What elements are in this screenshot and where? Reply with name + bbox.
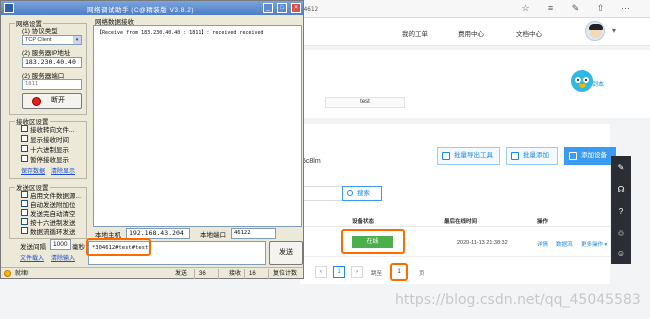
nav-billing[interactable]: 费用中心 — [458, 28, 484, 38]
chevron-down-icon[interactable]: ▾ — [612, 26, 616, 35]
auto-clear-checkbox[interactable] — [21, 209, 28, 216]
edit-icon[interactable]: ✎ — [615, 162, 627, 174]
maximize-icon[interactable]: □ — [277, 3, 287, 13]
device-id-text: 5c8lm — [302, 158, 321, 165]
recv-label: 接收 — [227, 269, 245, 279]
hex-send-checkbox[interactable] — [21, 218, 28, 225]
share-icon[interactable]: ⇧ — [595, 3, 606, 14]
search-input[interactable] — [300, 186, 342, 201]
last-online-time: 2020-11-13 21:38:32 — [457, 240, 508, 246]
more-icon[interactable]: ⋯ — [620, 3, 631, 14]
checkbox-label: 十六进制显示 — [30, 147, 69, 154]
close-icon[interactable]: × — [291, 3, 301, 13]
reading-list-icon[interactable]: ≡ — [545, 3, 556, 14]
window-title: 网络调试助手 (C@精装版 V3.8.2) — [87, 7, 195, 14]
col-header-last-online: 最后在线时间 — [444, 219, 478, 225]
col-header-actions: 操作 — [537, 219, 549, 225]
goto-label: 跳至 — [371, 271, 383, 277]
side-toolbar: ✎ ☊ ? ♲ ☺ — [611, 156, 631, 264]
watermark: https://blog.csdn.net/qq_45045583 — [395, 292, 641, 308]
export-icon — [442, 152, 450, 160]
help-icon[interactable]: ? — [615, 206, 627, 218]
server-ip-field[interactable]: 183.230.40.40 — [22, 57, 82, 68]
protocol-label: (1) 协议类型 — [22, 28, 58, 35]
notes-icon[interactable]: ✎ — [570, 3, 581, 14]
server-port-field[interactable]: 1811 — [22, 79, 82, 90]
save-data-link[interactable]: 保存数据 — [21, 166, 45, 175]
search-button[interactable]: 搜索 — [342, 186, 382, 201]
divider — [300, 256, 610, 257]
title-bar[interactable]: 网络调试助手 (C@精装版 V3.8.2) _ □ × — [1, 1, 303, 15]
ready-text: 就绪! — [15, 271, 29, 277]
hex-display-checkbox[interactable] — [21, 145, 28, 152]
datastream-link[interactable]: 数据流 — [556, 240, 573, 248]
users-icon[interactable]: ♲ — [615, 228, 627, 240]
search-icon — [347, 190, 353, 196]
divider — [300, 226, 610, 227]
status-highlight-box — [341, 229, 405, 254]
mascot-label[interactable]: 剑本 — [592, 79, 604, 88]
connect-button[interactable]: 断开 — [22, 93, 82, 109]
file-source-checkbox[interactable] — [21, 191, 28, 198]
status-bar: 就绪! 发送 36 接收 16 复位计数 — [1, 267, 303, 279]
sent-count: 36 — [197, 269, 219, 279]
batch-export-button[interactable]: 批量导出工具 — [437, 147, 500, 165]
headset-icon[interactable]: ☊ — [615, 184, 627, 196]
interval-label: 发送间隔 — [20, 244, 46, 251]
batch-add-button[interactable]: 批量添加 — [506, 147, 558, 165]
chevron-down-icon: ▾ — [73, 36, 81, 44]
rx-to-file-checkbox[interactable] — [21, 125, 28, 132]
add-icon — [569, 152, 577, 160]
send-button[interactable]: 发送 — [269, 241, 303, 265]
test-field: test — [325, 97, 405, 108]
show-time-checkbox[interactable] — [21, 135, 28, 142]
checkbox-label: 接收转向文件... — [30, 127, 75, 134]
tx-highlight-box — [86, 238, 151, 256]
pause-display-checkbox[interactable] — [21, 155, 28, 162]
details-link[interactable]: 详情 — [537, 240, 548, 248]
more-actions-link[interactable]: 更多操作 ▾ — [581, 240, 607, 248]
recv-count: 16 — [247, 269, 269, 279]
network-debug-window: 网络调试助手 (C@精装版 V3.8.2) _ □ × 网络设置 (1) 协议类… — [0, 0, 304, 279]
sent-label: 发送 — [173, 269, 195, 279]
local-port-label: 本地端口 — [200, 232, 226, 239]
loop-send-checkbox[interactable] — [21, 227, 28, 234]
clear-input-link[interactable]: 清除输入 — [51, 253, 75, 262]
user-avatar[interactable] — [585, 21, 605, 41]
batch-add-icon — [511, 152, 519, 160]
rx-data-area[interactable]: 【Receive from 183.230.40.40 : 1811】: rec… — [93, 25, 302, 227]
record-icon — [32, 97, 41, 106]
mascot-icon[interactable] — [571, 70, 593, 92]
next-page-button[interactable]: › — [351, 266, 363, 278]
server-ip-label: (2) 服务器IP地址 — [22, 50, 71, 57]
protocol-select[interactable]: TCP Client ▾ — [22, 35, 82, 45]
col-header-status: 设备状态 — [352, 219, 375, 225]
page-suffix: 页 — [419, 271, 425, 277]
prev-page-button[interactable]: ‹ — [315, 266, 327, 278]
page-1-button[interactable]: 1 — [333, 266, 345, 278]
local-port-field[interactable]: 46122 — [231, 228, 276, 239]
interval-unit: 毫秒 — [72, 244, 85, 251]
rx-log-line: 【Receive from 183.230.40.40 : 1811】: rec… — [97, 30, 264, 36]
checkbox-label: 显示接收时间 — [30, 137, 69, 144]
clear-display-link[interactable]: 清除显示 — [51, 166, 75, 175]
nav-my-tickets[interactable]: 我的工单 — [402, 28, 428, 38]
checkbox-label: 数据流循环发送 — [30, 229, 76, 236]
add-device-button[interactable]: 添加设备 — [564, 147, 616, 165]
pagination: ‹ 1 › — [300, 262, 610, 282]
reset-count-button[interactable]: 复位计数 — [271, 269, 302, 279]
page-jump-input[interactable]: 1 — [390, 263, 408, 281]
ready-icon — [4, 270, 11, 277]
nav-docs[interactable]: 文档中心 — [516, 28, 542, 38]
minimize-icon[interactable]: _ — [263, 3, 273, 13]
app-icon — [4, 3, 14, 13]
file-load-link[interactable]: 文件载入 — [20, 253, 44, 262]
interval-field[interactable]: 1000 — [50, 239, 71, 250]
favorites-icon[interactable]: ☆ — [520, 3, 531, 14]
auto-append-checkbox[interactable] — [21, 200, 28, 207]
user-icon[interactable]: ☺ — [615, 248, 627, 260]
checkbox-label: 暂停接收显示 — [30, 157, 69, 164]
